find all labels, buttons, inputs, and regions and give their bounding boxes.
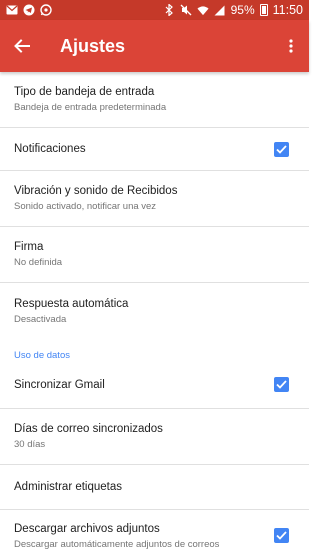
setting-title: Administrar etiquetas <box>14 481 123 493</box>
setting-title: Sincronizar Gmail <box>14 378 105 391</box>
setting-days-synced[interactable]: Días de correo sincronizados 30 días <box>0 409 309 465</box>
setting-signature[interactable]: Firma No definida <box>0 227 309 283</box>
status-time: 11:50 <box>272 3 303 17</box>
bluetooth-icon <box>163 4 175 16</box>
status-right-icons: 95% 11:50 <box>163 3 303 17</box>
sync-gmail-checkbox[interactable] <box>274 377 289 392</box>
notifications-checkbox[interactable] <box>274 141 289 157</box>
setting-subtitle: Descargar automáticamente adjuntos de co… <box>14 539 220 550</box>
setting-manage-labels[interactable]: Administrar etiquetas <box>0 465 309 510</box>
battery-percent: 95% <box>230 3 255 17</box>
telegram-icon <box>23 4 35 16</box>
setting-subtitle: Desactivada <box>14 313 67 325</box>
back-button[interactable] <box>0 20 44 72</box>
setting-title: Descargar archivos adjuntos <box>14 523 160 535</box>
mail-icon <box>6 4 18 16</box>
setting-vibration-sound[interactable]: Vibración y sonido de Recibidos Sonido a… <box>0 171 309 227</box>
settings-list: Tipo de bandeja de entrada Bandeja de en… <box>0 72 309 550</box>
setting-notifications[interactable]: Notificaciones <box>0 128 309 171</box>
overflow-menu-button[interactable] <box>273 20 309 72</box>
arrow-back-icon <box>14 39 30 53</box>
whatsapp-icon <box>40 4 52 16</box>
mute-icon <box>180 4 192 16</box>
setting-subtitle: Sonido activado, notificar una vez <box>14 201 157 212</box>
setting-sync-gmail[interactable]: Sincronizar Gmail <box>0 361 309 409</box>
setting-subtitle: 30 días <box>14 439 46 450</box>
check-icon <box>276 144 287 154</box>
check-icon <box>276 380 287 389</box>
app-bar: Ajustes <box>0 20 309 72</box>
setting-title: Notificaciones <box>14 143 86 155</box>
setting-title: Firma <box>14 241 44 253</box>
download-attachments-checkbox[interactable] <box>274 528 289 543</box>
status-bar: 95% 11:50 <box>0 0 309 20</box>
setting-title: Tipo de bandeja de entrada <box>14 86 155 98</box>
wifi-icon <box>197 4 209 16</box>
setting-title: Días de correo sincronizados <box>14 423 163 435</box>
setting-title: Respuesta automática <box>14 297 129 310</box>
setting-subtitle: No definida <box>14 257 63 268</box>
setting-auto-reply[interactable]: Respuesta automática Desactivada <box>0 283 309 339</box>
section-header-data-usage: Uso de datos <box>14 350 70 361</box>
setting-download-attachments[interactable]: Descargar archivos adjuntos Descargar au… <box>0 510 309 550</box>
check-icon <box>276 531 287 540</box>
battery-icon <box>259 4 268 16</box>
page-title: Ajustes <box>60 35 126 56</box>
setting-title: Vibración y sonido de Recibidos <box>14 185 178 197</box>
setting-inbox-type[interactable]: Tipo de bandeja de entrada Bandeja de en… <box>0 72 309 128</box>
setting-subtitle: Bandeja de entrada predeterminada <box>14 102 167 113</box>
status-left-icons <box>6 4 52 16</box>
signal-icon <box>214 4 226 16</box>
more-vert-icon <box>289 39 293 53</box>
